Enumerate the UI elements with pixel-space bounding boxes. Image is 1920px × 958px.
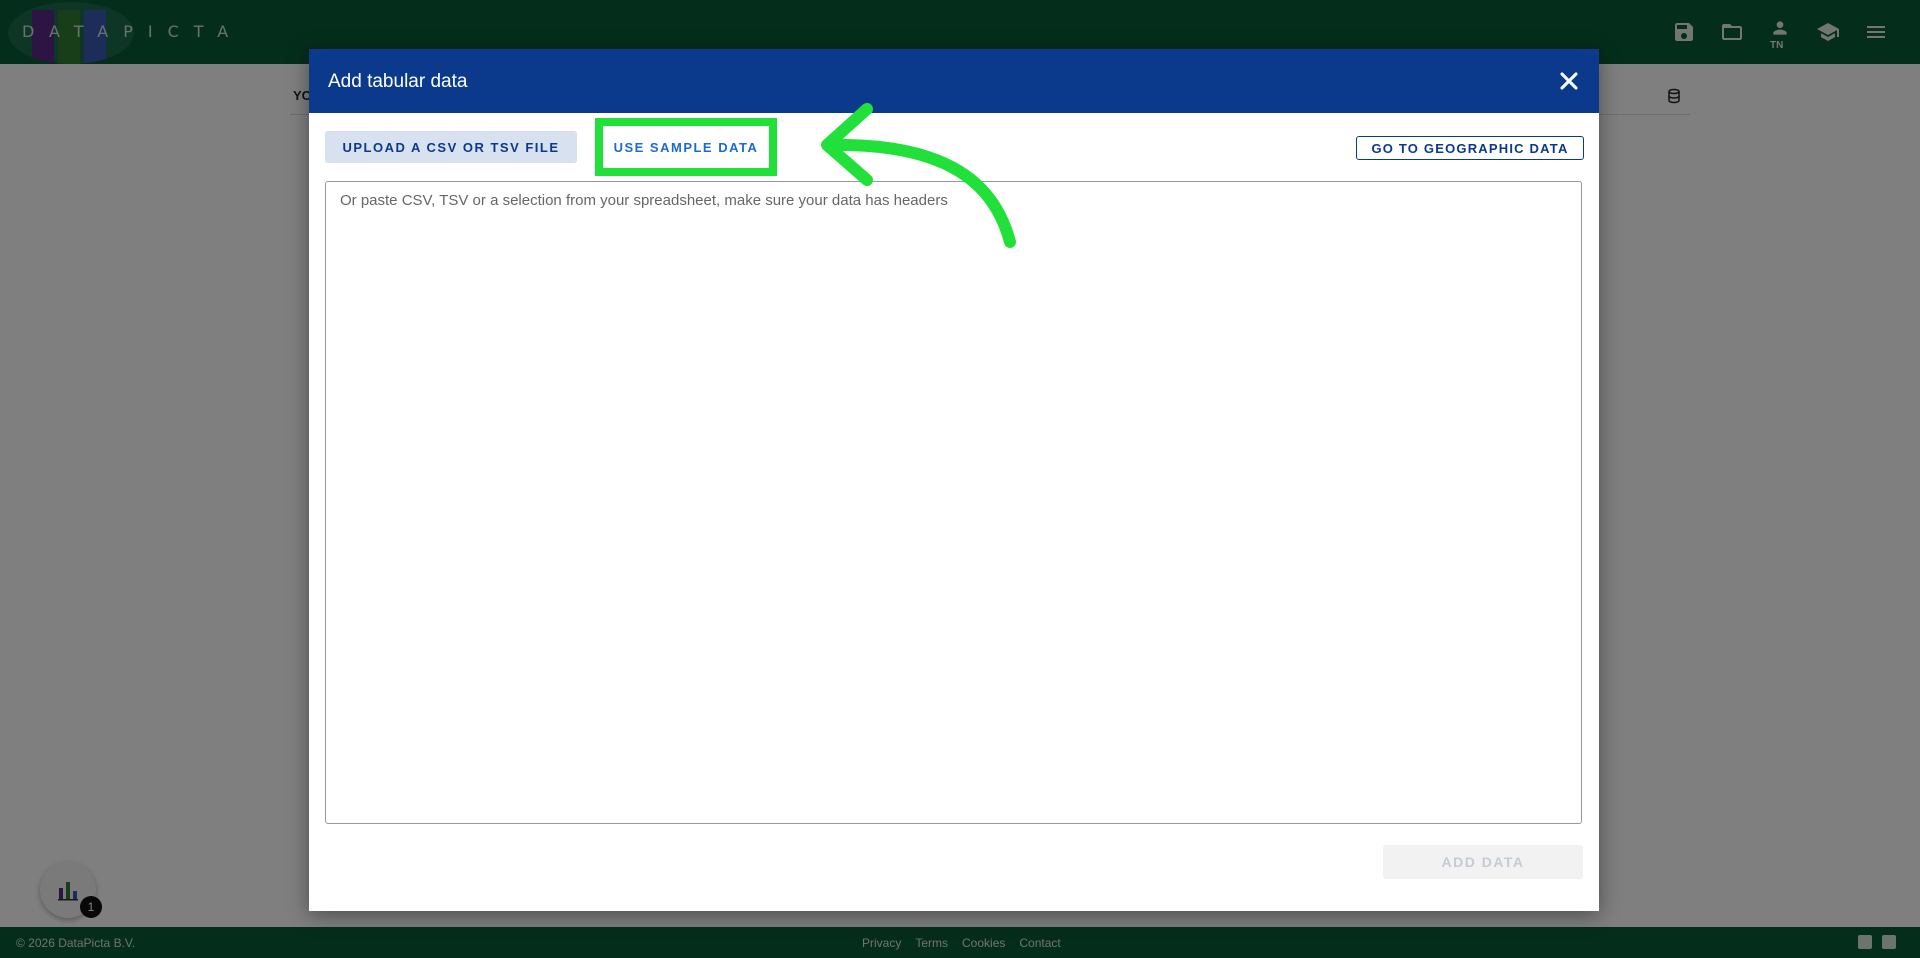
dialog-title: Add tabular data [328, 71, 468, 92]
upload-csv-button[interactable]: UPLOAD A CSV OR TSV FILE [325, 131, 577, 163]
sample-data-highlight: USE SAMPLE DATA [595, 118, 777, 176]
close-icon[interactable] [1555, 67, 1583, 95]
use-sample-data-button[interactable]: USE SAMPLE DATA [603, 126, 769, 168]
add-data-button[interactable]: ADD DATA [1383, 845, 1583, 879]
annotation-arrow-icon [821, 103, 1016, 248]
annotation-caption: Use Sample Data [698, 270, 1407, 365]
geographic-data-button[interactable]: GO TO GEOGRAPHIC DATA [1356, 136, 1584, 160]
